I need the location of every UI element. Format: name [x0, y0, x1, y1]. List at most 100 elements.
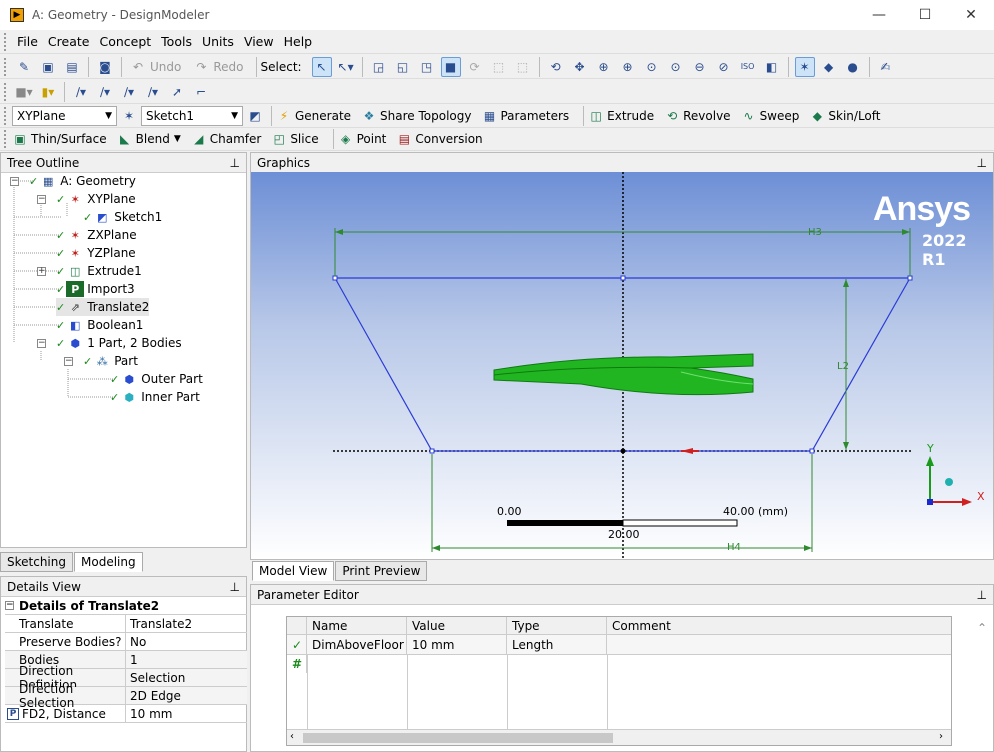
point-button[interactable]: ◈ Point [338, 131, 386, 147]
parameters-button[interactable]: ▦ Parameters [481, 108, 569, 124]
tab-sketching[interactable]: Sketching [0, 552, 73, 572]
new-plane-icon[interactable]: ✶ [119, 106, 139, 126]
blend-button[interactable]: ◣ Blend ▼ [117, 131, 181, 147]
param-comment-cell[interactable] [607, 635, 951, 655]
dimension-label-h4[interactable]: H4 [727, 542, 741, 553]
scroll-left-icon[interactable]: ‹ [290, 731, 294, 742]
edge-display-icon[interactable]: ▮▾ [38, 82, 58, 102]
new-icon[interactable]: ✎ [14, 57, 34, 77]
column-header-name[interactable]: Name [307, 617, 407, 635]
sweep-button[interactable]: ∿ Sweep [741, 108, 800, 124]
select-face-icon[interactable]: ◳ [417, 57, 437, 77]
tree-item-zxplane[interactable]: ✓ ✶ ZXPlane [56, 226, 137, 244]
expand-toggle[interactable]: + [37, 267, 46, 276]
collapse-toggle[interactable]: − [37, 339, 46, 348]
redo-icon[interactable]: ↷ [191, 57, 211, 77]
tree-item-translate2[interactable]: ✓ ⇗ Translate2 [56, 298, 150, 316]
export-icon[interactable]: ▤ [62, 57, 82, 77]
menu-units[interactable]: Units [197, 34, 239, 49]
column-header-value[interactable]: Value [407, 617, 507, 635]
undo-icon[interactable]: ↶ [128, 57, 148, 77]
tree-item-import3[interactable]: ✓ P Import3 [56, 280, 135, 298]
scrollbar-thumb[interactable] [303, 733, 613, 743]
tab-modeling[interactable]: Modeling [74, 552, 143, 572]
select-point-icon[interactable]: ↖ [311, 56, 332, 77]
show-points-icon[interactable]: ✶ [794, 56, 815, 77]
minimize-button[interactable]: — [856, 0, 902, 30]
pointer-icon[interactable]: ➚ [167, 82, 187, 102]
graphics-viewport[interactable]: Ansys 2022 R1 H3 L2 H4 0.00 20.00 40.00 … [251, 172, 993, 559]
chamfer-button[interactable]: ◢ Chamfer [191, 131, 261, 147]
new-sketch-icon[interactable]: ◩ [245, 106, 265, 126]
collapse-toggle[interactable]: − [64, 357, 73, 366]
scroll-up-icon[interactable]: ⌃ [977, 621, 987, 635]
box-select-icon[interactable]: ⬚ [489, 57, 509, 77]
param-value-cell[interactable]: 10 mm [407, 635, 507, 655]
collapse-toggle[interactable]: − [5, 601, 14, 610]
column-header-type[interactable]: Type [507, 617, 607, 635]
tree-item-inner-part[interactable]: ✓ ⬢ Inner Part [110, 388, 200, 406]
tree-item-sketch1[interactable]: ✓ ◩ Sketch1 [83, 208, 162, 226]
pin-icon[interactable]: ⊥ [230, 156, 240, 170]
zoom-out-icon[interactable]: ⊖ [690, 57, 710, 77]
zoom-icon[interactable]: ⊕ [594, 57, 614, 77]
color-icon[interactable]: ■▾ [14, 82, 34, 102]
menu-file[interactable]: File [12, 34, 43, 49]
menu-concept[interactable]: Concept [94, 34, 156, 49]
settings-icon[interactable]: ✍ [876, 57, 896, 77]
tab-print-preview[interactable]: Print Preview [335, 561, 428, 581]
select-edge-icon[interactable]: ◱ [393, 57, 413, 77]
menu-help[interactable]: Help [279, 34, 318, 49]
tree-item-extrude1[interactable]: ✓ ◫ Extrude1 [56, 262, 142, 280]
collapse-toggle[interactable]: − [37, 195, 46, 204]
skin-loft-button[interactable]: ◆ Skin/Loft [809, 108, 881, 124]
pin-icon[interactable]: ⊥ [977, 156, 987, 170]
details-row[interactable]: P FD2, Distance 10 mm [5, 705, 247, 723]
details-row[interactable]: Direction Selection 2D Edge [5, 682, 247, 710]
dimension-label-h3[interactable]: H3 [808, 227, 822, 238]
scroll-right-icon[interactable]: › [939, 731, 943, 742]
share-topology-button[interactable]: ❖ Share Topology [361, 108, 472, 124]
collapse-toggle[interactable]: − [10, 177, 19, 186]
undo-button[interactable]: Undo [150, 60, 181, 74]
pan-icon[interactable]: ✥ [570, 57, 590, 77]
line3-icon[interactable]: ∕▾ [119, 82, 139, 102]
rotate-icon[interactable]: ⟲ [546, 57, 566, 77]
param-type-cell[interactable]: Length [507, 635, 607, 655]
revolve-button[interactable]: ⟲ Revolve [664, 108, 730, 124]
paint-select-icon[interactable]: ⬚ [513, 57, 533, 77]
zoom-fit-icon[interactable]: ⊙ [642, 57, 662, 77]
column-header-comment[interactable]: Comment [607, 617, 951, 635]
param-name-cell[interactable]: DimAboveFloor [307, 635, 407, 655]
extrude-button[interactable]: ◫ Extrude [588, 108, 655, 124]
parameter-badge-icon[interactable]: P [7, 707, 19, 720]
conversion-button[interactable]: ▤ Conversion [396, 131, 483, 147]
zoom-in-icon[interactable]: ⊙ [666, 57, 686, 77]
tree-item-part[interactable]: ✓ ⁂ Part [83, 352, 138, 370]
display-model-icon[interactable]: ◆ [819, 57, 839, 77]
slice-button[interactable]: ◰ Slice [271, 131, 319, 147]
pin-icon[interactable]: ⊥ [977, 588, 987, 602]
new-row-marker[interactable]: # [287, 655, 307, 673]
select-vertex-icon[interactable]: ◲ [369, 57, 389, 77]
sketch-drawing[interactable] [251, 172, 993, 559]
screenshot-icon[interactable]: ◙ [95, 57, 115, 77]
tree-item-yzplane[interactable]: ✓ ✶ YZPlane [56, 244, 136, 262]
generate-button[interactable]: ⚡ Generate [276, 108, 351, 124]
tree-item-parts-bodies[interactable]: ✓ ⬢ 1 Part, 2 Bodies [56, 334, 182, 352]
horizontal-scrollbar[interactable]: ‹ › [287, 729, 951, 745]
tab-model-view[interactable]: Model View [252, 561, 335, 581]
dimension-label-l2[interactable]: L2 [837, 361, 849, 372]
menu-tools[interactable]: Tools [156, 34, 197, 49]
look-at-icon[interactable]: ◧ [762, 57, 782, 77]
select-mode-icon[interactable]: ↖▾ [336, 57, 356, 77]
tree-item-boolean1[interactable]: ✓ ◧ Boolean1 [56, 316, 143, 334]
normal-icon[interactable]: ⌐ [191, 82, 211, 102]
line-icon[interactable]: ∕▾ [71, 82, 91, 102]
details-row[interactable]: Translate Translate2 [5, 615, 247, 633]
line4-icon[interactable]: ∕▾ [143, 82, 163, 102]
pin-icon[interactable]: ⊥ [230, 580, 240, 594]
plane-select[interactable]: XYPlane ▼ [12, 105, 117, 126]
close-button[interactable]: ✕ [948, 0, 994, 30]
maximize-button[interactable]: ☐ [902, 0, 948, 30]
